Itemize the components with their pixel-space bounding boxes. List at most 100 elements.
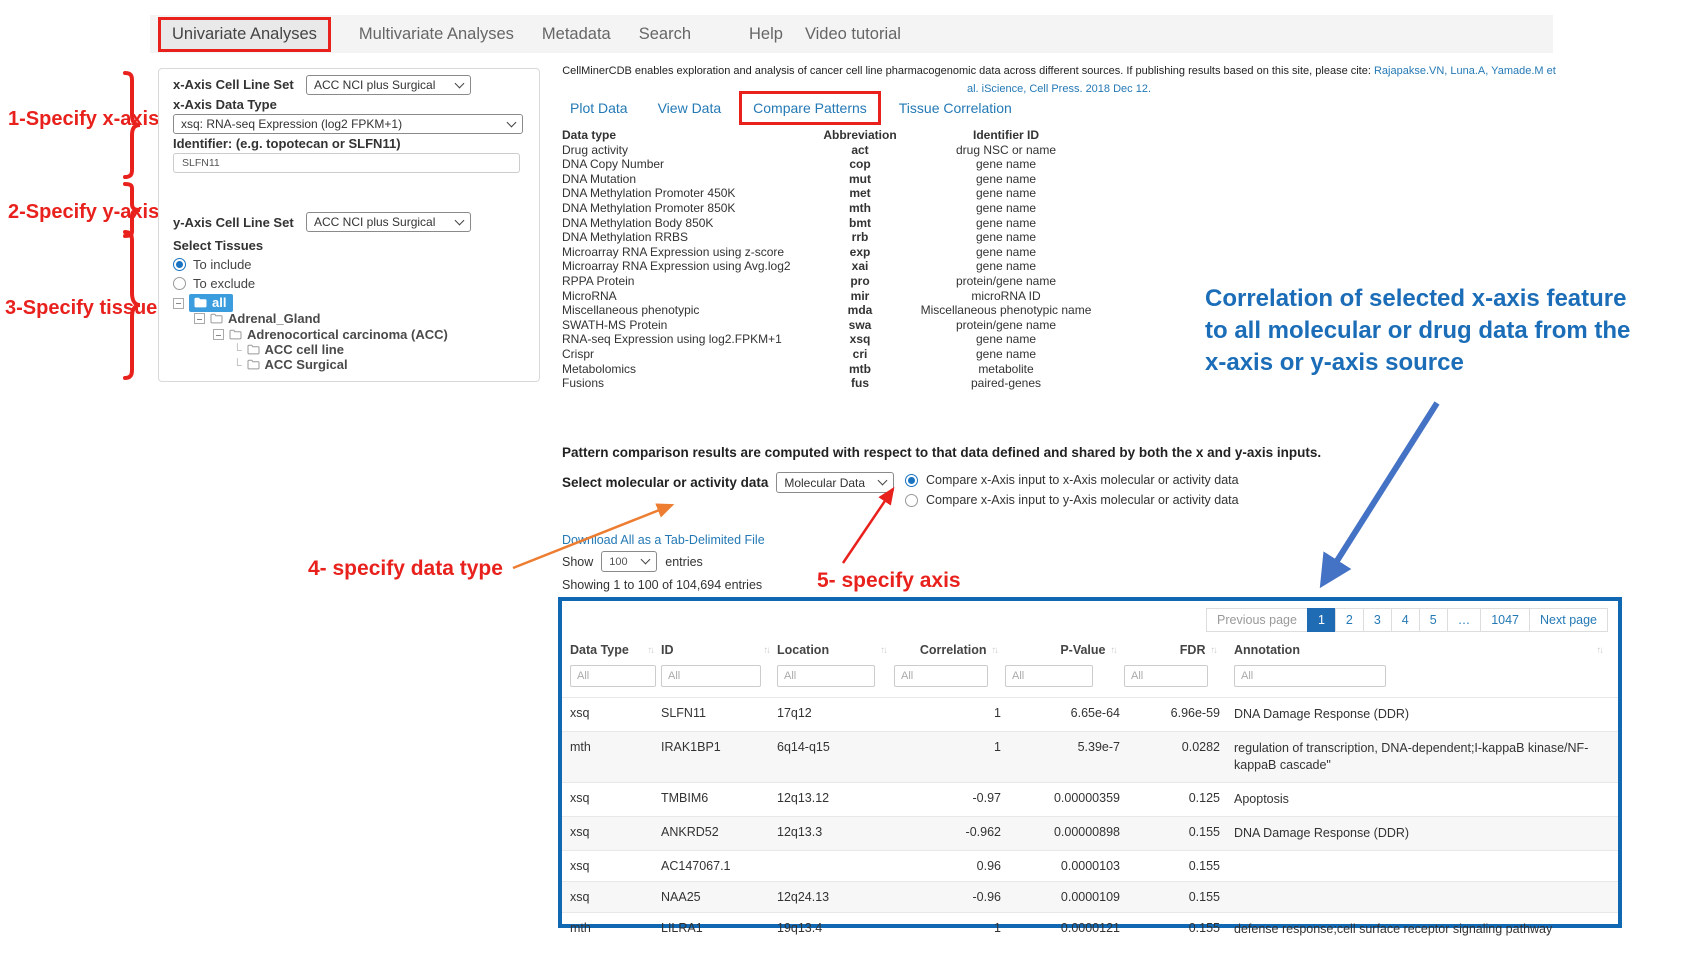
sort-icon[interactable]: ↑↓ xyxy=(764,645,770,656)
tree-node-label: Adrenal_Gland xyxy=(228,311,320,326)
pagination-page[interactable]: 1 xyxy=(1307,608,1336,632)
table-row[interactable]: mth LILRA1 19q13.4 1 0.0000121 0.155 def… xyxy=(562,912,1618,946)
pagination-page[interactable]: 4 xyxy=(1391,608,1420,632)
column-header-data-type[interactable]: Data Type↑↓ xyxy=(570,643,661,657)
column-header-correlation[interactable]: Correlation↑↓ xyxy=(894,643,1005,657)
tab-video-tutorial[interactable]: Video tutorial xyxy=(805,25,901,44)
tab-multivariate-analyses[interactable]: Multivariate Analyses xyxy=(359,25,514,44)
radio-exclude-icon[interactable] xyxy=(173,277,186,290)
filter-input-id[interactable] xyxy=(661,665,761,687)
sort-icon[interactable]: ↑↓ xyxy=(992,645,998,656)
table-row[interactable]: xsq ANKRD52 12q13.3 -0.962 0.00000898 0.… xyxy=(562,816,1618,850)
tree-node-acc-carcinoma[interactable]: Adrenocortical carcinoma (ACC) xyxy=(213,327,448,342)
sort-icon[interactable]: ↑↓ xyxy=(881,645,887,656)
filter-input-p-value[interactable] xyxy=(1005,665,1093,687)
collapse-icon[interactable] xyxy=(173,298,184,309)
identifier-label: Identifier: (e.g. topotecan or SLFN11) xyxy=(173,136,401,151)
sort-icon[interactable]: ↑↓ xyxy=(1597,645,1603,656)
tissues-include-option[interactable]: To include xyxy=(173,257,252,272)
x-data-type-select[interactable]: xsq: RNA-seq Expression (log2 FPKM+1) xyxy=(173,114,523,134)
tab-compare-patterns-box[interactable]: Compare Patterns xyxy=(739,91,881,125)
cell-id: AC147067.1 xyxy=(661,859,777,873)
table-row[interactable]: xsq NAA25 12q24.13 -0.96 0.0000109 0.155 xyxy=(562,881,1618,912)
table-row[interactable]: xsq AC147067.1 0.96 0.0000103 0.155 xyxy=(562,850,1618,881)
x-cell-line-set-value: ACC NCI plus Surgical xyxy=(314,78,435,92)
tab-plot-data[interactable]: Plot Data xyxy=(570,100,628,116)
filter-input-fdr[interactable] xyxy=(1124,665,1208,687)
filter-input-data-type[interactable] xyxy=(570,665,656,687)
tab-metadata[interactable]: Metadata xyxy=(542,25,611,44)
radio-compare-x-icon[interactable] xyxy=(905,474,918,487)
cell-fdr: 0.155 xyxy=(1124,921,1224,935)
sort-icon[interactable]: ↑↓ xyxy=(1111,645,1117,656)
ref-cell-data-type: Miscellaneous phenotypic xyxy=(562,303,810,318)
column-header-fdr[interactable]: FDR↑↓ xyxy=(1124,643,1224,657)
compare-axis-options: Compare x-Axis input to x-Axis molecular… xyxy=(905,470,1239,510)
tissues-exclude-option[interactable]: To exclude xyxy=(173,276,255,291)
tab-view-data[interactable]: View Data xyxy=(658,100,722,116)
filter-input-location[interactable] xyxy=(777,665,875,687)
compare-y-axis-option[interactable]: Compare x-Axis input to y-Axis molecular… xyxy=(905,490,1239,510)
table-row[interactable]: xsq TMBIM6 12q13.12 -0.97 0.00000359 0.1… xyxy=(562,782,1618,816)
ref-cell-identifier-id: paired-genes xyxy=(910,376,1102,391)
y-cell-line-set-select[interactable]: ACC NCI plus Surgical xyxy=(306,212,471,232)
cell-data-type: mth xyxy=(570,740,661,754)
pagination-page[interactable]: 1047 xyxy=(1480,608,1530,632)
ref-cell-identifier-id: gene name xyxy=(910,347,1102,362)
tree-node-adrenal-gland[interactable]: Adrenal_Gland xyxy=(194,311,320,326)
download-all-link[interactable]: Download All as a Tab-Delimited File xyxy=(562,533,765,547)
page-length-select[interactable]: 100 xyxy=(601,551,657,572)
filter-input-correlation[interactable] xyxy=(894,665,988,687)
x-cell-line-set-label: x-Axis Cell Line Set xyxy=(173,77,294,92)
pagination-page[interactable]: … xyxy=(1447,608,1482,632)
tree-node-acc-surgical[interactable]: └ ACC Surgical xyxy=(233,357,348,372)
cell-p-value: 6.65e-64 xyxy=(1005,706,1124,720)
radio-include-icon[interactable] xyxy=(173,258,186,271)
cell-p-value: 5.39e-7 xyxy=(1005,740,1124,754)
ref-cell-abbreviation: xsq xyxy=(810,332,910,347)
tree-node-acc-cell-line[interactable]: └ ACC cell line xyxy=(233,342,344,357)
identifier-input[interactable] xyxy=(173,153,520,173)
cell-p-value: 0.0000121 xyxy=(1005,921,1124,935)
table-row[interactable]: xsq SLFN11 17q12 1 6.65e-64 6.96e-59 DNA… xyxy=(562,697,1618,731)
tab-search[interactable]: Search xyxy=(639,25,691,44)
collapse-icon[interactable] xyxy=(194,313,205,324)
folder-icon xyxy=(210,313,223,324)
previous-page-button[interactable]: Previous page xyxy=(1206,608,1308,632)
molecular-data-select[interactable]: Molecular Data xyxy=(776,472,894,493)
ref-cell-abbreviation: act xyxy=(810,143,910,158)
filter-input-annotation[interactable] xyxy=(1234,665,1386,687)
tab-help[interactable]: Help xyxy=(749,25,783,44)
pagination-page[interactable]: 5 xyxy=(1419,608,1448,632)
tree-node-all-chip[interactable]: all xyxy=(189,294,233,312)
column-header-id[interactable]: ID↑↓ xyxy=(661,643,777,657)
cell-annotation: defense response;cell surface receptor s… xyxy=(1224,921,1610,938)
next-page-button[interactable]: Next page xyxy=(1529,608,1608,632)
cell-correlation: 1 xyxy=(894,921,1005,935)
compare-x-axis-option[interactable]: Compare x-Axis input to x-Axis molecular… xyxy=(905,470,1239,490)
sort-icon[interactable]: ↑↓ xyxy=(1211,645,1217,656)
sort-icon[interactable]: ↑↓ xyxy=(648,645,654,656)
correlation-results-table: Previous page 12345…1047 Next page Data … xyxy=(558,597,1622,928)
cell-fdr: 0.0282 xyxy=(1124,740,1224,754)
column-header-location[interactable]: Location↑↓ xyxy=(777,643,894,657)
tab-univariate-analyses[interactable]: Univariate Analyses xyxy=(158,17,331,52)
cell-correlation: -0.962 xyxy=(894,825,1005,839)
tree-node-all[interactable]: all xyxy=(173,294,233,312)
cell-correlation: 1 xyxy=(894,706,1005,720)
tab-tissue-correlation[interactable]: Tissue Correlation xyxy=(899,100,1012,116)
pagination-page[interactable]: 2 xyxy=(1335,608,1364,632)
molecular-data-value: Molecular Data xyxy=(784,476,865,490)
radio-compare-y-icon[interactable] xyxy=(905,494,918,507)
collapse-icon[interactable] xyxy=(213,329,224,340)
cell-fdr: 0.155 xyxy=(1124,859,1224,873)
column-header-annotation[interactable]: Annotation↑↓ xyxy=(1224,643,1610,657)
ref-cell-abbreviation: pro xyxy=(810,274,910,289)
pagination-page[interactable]: 3 xyxy=(1363,608,1392,632)
x-cell-line-set-select[interactable]: ACC NCI plus Surgical xyxy=(306,75,471,95)
pagination-pages: 12345…1047 xyxy=(1308,608,1530,632)
table-row[interactable]: mth IRAK1BP1 6q14-q15 1 5.39e-7 0.0282 r… xyxy=(562,731,1618,782)
tab-compare-patterns[interactable]: Compare Patterns xyxy=(753,100,867,116)
show-entries-row: Show 100 entries xyxy=(562,551,703,572)
column-header-p-value[interactable]: P-Value↑↓ xyxy=(1005,643,1124,657)
